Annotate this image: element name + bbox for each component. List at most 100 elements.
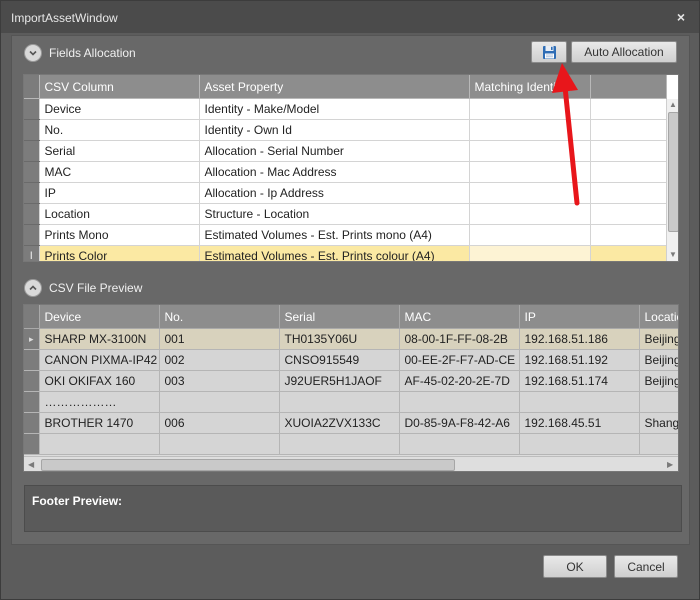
table-row[interactable]: ………………	[24, 391, 678, 413]
expand-chevron-icon[interactable]	[24, 279, 42, 297]
cell-csv-column[interactable]: IP	[39, 182, 200, 204]
cell-ip[interactable]: 192.168.51.186	[519, 328, 640, 350]
cell-csv-column[interactable]: MAC	[39, 161, 200, 183]
cell-asset-property[interactable]: Identity - Own Id	[199, 119, 470, 141]
cell-ip[interactable]: 192.168.45.51	[519, 412, 640, 434]
column-header-ip[interactable]: IP	[519, 305, 640, 329]
row-edit-indicator-icon[interactable]: I	[24, 245, 40, 261]
table-row-selected[interactable]: I Prints Color Estimated Volumes - Est. Pr…	[24, 245, 667, 261]
cell-csv-column[interactable]: Prints Mono	[39, 224, 200, 246]
cell-device[interactable]: ………………	[39, 391, 160, 413]
cell-serial[interactable]	[279, 391, 400, 413]
cell-ip[interactable]: 192.168.51.192	[519, 349, 640, 371]
cell-asset-property[interactable]: Estimated Volumes - Est. Prints mono (A4…	[199, 224, 470, 246]
title-bar[interactable]: ImportAssetWindow ×	[1, 1, 699, 33]
cell-no[interactable]: 006	[159, 412, 280, 434]
scrollbar-thumb[interactable]	[668, 112, 678, 232]
cell-device[interactable]	[39, 433, 160, 455]
ok-button[interactable]: OK	[543, 555, 607, 578]
cell-serial[interactable]: XUOIA2ZVX133C	[279, 412, 400, 434]
scrollbar-thumb[interactable]	[41, 459, 455, 471]
row-indicator[interactable]	[24, 224, 40, 246]
close-icon[interactable]: ×	[677, 9, 685, 25]
table-row-current[interactable]: ▸ SHARP MX-3100N 001 TH0135Y06U 08-00-1F-FF-…	[24, 328, 678, 350]
cell-location[interactable]	[639, 433, 678, 455]
cell-asset-property[interactable]: Allocation - Mac Address	[199, 161, 470, 183]
current-row-arrow-icon[interactable]: ▸	[24, 328, 40, 350]
row-indicator[interactable]	[24, 412, 40, 434]
cell-location[interactable]	[639, 391, 678, 413]
cell-ip[interactable]	[519, 433, 640, 455]
table-row[interactable]: CANON PIXMA-IP42 002 CNSO915549 00-EE-2F-F7…	[24, 349, 678, 371]
row-indicator[interactable]	[24, 161, 40, 183]
cell-asset-property[interactable]: Allocation - Serial Number	[199, 140, 470, 162]
cell-mac[interactable]	[399, 391, 520, 413]
cell-ip[interactable]: 192.168.51.174	[519, 370, 640, 392]
row-indicator[interactable]	[24, 433, 40, 455]
cell-asset-property[interactable]: Allocation - Ip Address	[199, 182, 470, 204]
column-header-asset-property[interactable]: Asset Property	[199, 75, 470, 99]
cell-location[interactable]: Beijing	[639, 370, 678, 392]
cell-location[interactable]: Beijing	[639, 349, 678, 371]
horizontal-scrollbar[interactable]: ◀ ▶	[24, 456, 678, 471]
vertical-scrollbar[interactable]: ▲ ▼	[666, 99, 678, 261]
cell-serial[interactable]	[279, 433, 400, 455]
column-header-no[interactable]: No.	[159, 305, 280, 329]
cell-serial[interactable]: TH0135Y06U	[279, 328, 400, 350]
cell-matching-identifier[interactable]	[469, 224, 591, 246]
cell-serial[interactable]: J92UER5H1JAOF	[279, 370, 400, 392]
collapse-chevron-icon[interactable]	[24, 44, 42, 62]
scroll-right-icon[interactable]: ▶	[667, 460, 673, 469]
cell-mac[interactable]: 00-EE-2F-F7-AD-CE	[399, 349, 520, 371]
scroll-up-icon[interactable]: ▲	[669, 100, 677, 109]
row-indicator[interactable]	[24, 140, 40, 162]
cell-asset-property[interactable]: Identity - Make/Model	[199, 98, 470, 120]
row-indicator[interactable]	[24, 182, 40, 204]
row-indicator[interactable]	[24, 119, 40, 141]
column-header-csv-column[interactable]: CSV Column	[39, 75, 200, 99]
cell-csv-column[interactable]: Serial	[39, 140, 200, 162]
cell-device[interactable]: OKI OKIFAX 160	[39, 370, 160, 392]
scroll-left-icon[interactable]: ◀	[28, 460, 34, 469]
column-header-device[interactable]: Device	[39, 305, 160, 329]
column-header-mac[interactable]: MAC	[399, 305, 520, 329]
row-indicator[interactable]	[24, 203, 40, 225]
cell-csv-column[interactable]: No.	[39, 119, 200, 141]
cell-no[interactable]: 003	[159, 370, 280, 392]
table-row[interactable]: Prints Mono Estimated Volumes - Est. Prin…	[24, 224, 667, 246]
csv-preview-header[interactable]: CSV File Preview	[24, 279, 142, 297]
cell-matching-identifier[interactable]	[469, 245, 591, 261]
cell-csv-column[interactable]: Prints Color	[39, 245, 200, 261]
cell-asset-property[interactable]: Estimated Volumes - Est. Prints colour (…	[199, 245, 470, 261]
cell-ip[interactable]	[519, 391, 640, 413]
table-row[interactable]: BROTHER 1470 006 XUOIA2ZVX133C D0-85-9A-F8-…	[24, 412, 678, 434]
cell-device[interactable]: CANON PIXMA-IP42	[39, 349, 160, 371]
row-indicator[interactable]	[24, 370, 40, 392]
row-indicator[interactable]	[24, 98, 40, 120]
table-row[interactable]: OKI OKIFAX 160 003 J92UER5H1JAOF AF-45-02-2…	[24, 370, 678, 392]
cell-mac[interactable]: AF-45-02-20-2E-7D	[399, 370, 520, 392]
cell-no[interactable]	[159, 391, 280, 413]
row-indicator[interactable]	[24, 391, 40, 413]
column-header-location[interactable]: Location	[639, 305, 678, 329]
cancel-button[interactable]: Cancel	[614, 555, 678, 578]
cell-device[interactable]: BROTHER 1470	[39, 412, 160, 434]
cell-location[interactable]: Shanghai	[639, 412, 678, 434]
cell-csv-column[interactable]: Device	[39, 98, 200, 120]
cell-mac[interactable]: D0-85-9A-F8-42-A6	[399, 412, 520, 434]
fields-allocation-header[interactable]: Fields Allocation	[24, 44, 136, 62]
column-header-serial[interactable]: Serial	[279, 305, 400, 329]
cell-no[interactable]	[159, 433, 280, 455]
cell-csv-column[interactable]: Location	[39, 203, 200, 225]
cell-asset-property[interactable]: Structure - Location	[199, 203, 470, 225]
cell-serial[interactable]: CNSO915549	[279, 349, 400, 371]
cell-mac[interactable]: 08-00-1F-FF-08-2B	[399, 328, 520, 350]
table-row[interactable]	[24, 433, 678, 455]
cell-no[interactable]: 002	[159, 349, 280, 371]
cell-no[interactable]: 001	[159, 328, 280, 350]
cell-location[interactable]: Beijing	[639, 328, 678, 350]
cell-device[interactable]: SHARP MX-3100N	[39, 328, 160, 350]
row-indicator[interactable]	[24, 349, 40, 371]
scroll-down-icon[interactable]: ▼	[669, 250, 677, 259]
cell-mac[interactable]	[399, 433, 520, 455]
